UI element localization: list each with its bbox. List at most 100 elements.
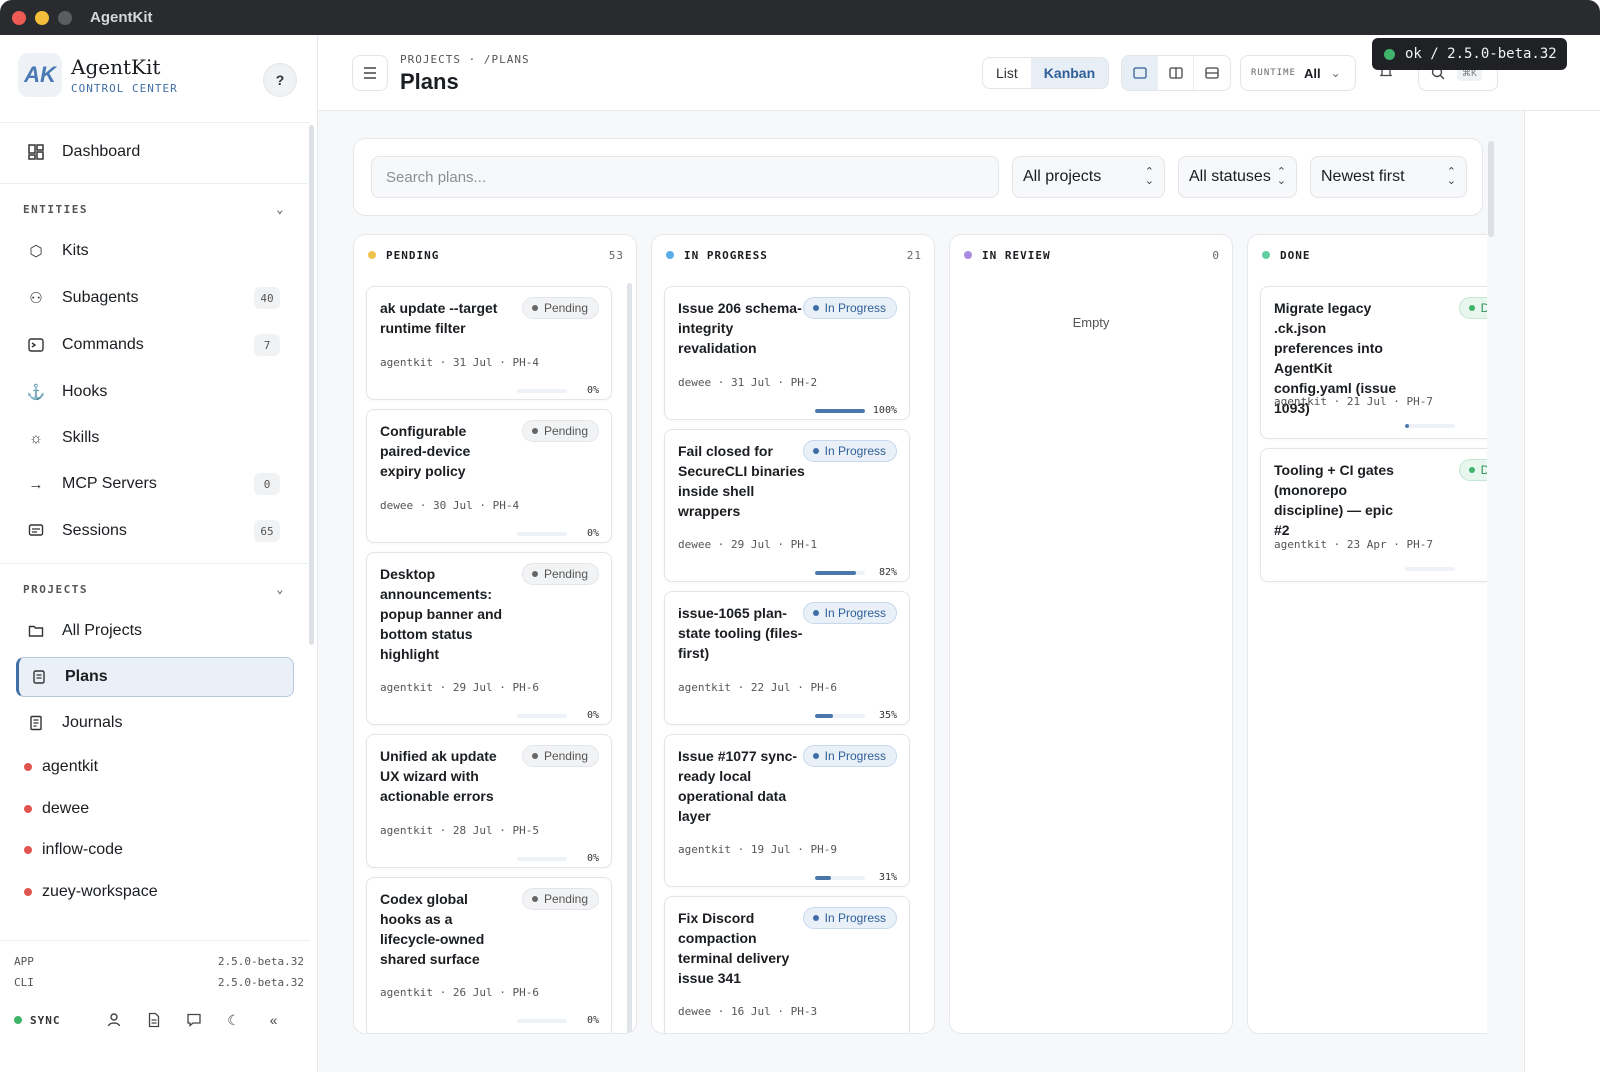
plan-card[interactable]: Migrate legacy .ck.json preferences into… <box>1260 286 1487 439</box>
sidebar-item-kits[interactable]: ⬡ Kits <box>16 231 294 271</box>
badge-dot <box>1468 467 1475 473</box>
column-header: IN PROGRESS 21 <box>666 247 922 263</box>
plan-status-badge: Pending <box>521 888 599 910</box>
chevron-down-icon: ⌄ <box>276 582 285 596</box>
plan-card[interactable]: Tooling + CI gates (monorepo discipline)… <box>1260 448 1487 582</box>
view-list-button[interactable]: List <box>983 58 1031 88</box>
entities-section-header[interactable]: ENTITIES ⌄ <box>23 202 285 216</box>
plan-card[interactable]: ak update --target runtime filter Pending… <box>366 286 612 400</box>
close-window-button[interactable] <box>12 10 26 25</box>
layout-single-icon[interactable] <box>1122 56 1158 90</box>
plan-card[interactable]: Configurable paired-device expiry policy… <box>366 409 612 543</box>
project-filter-select[interactable]: All projects ⌃ ⌄ <box>1012 156 1165 198</box>
column-title: DONE <box>1280 248 1311 262</box>
plan-status-badge: Pending <box>521 563 599 585</box>
menu-toggle-button[interactable] <box>352 55 388 91</box>
plan-status-badge: Dor <box>1458 459 1487 481</box>
sidebar-item-mcp-servers[interactable]: → MCP Servers 0 <box>16 464 294 504</box>
sidebar-item-subagents[interactable]: ⚇ Subagents 40 <box>16 278 294 318</box>
sidebar-divider <box>0 563 310 564</box>
search-plans-input[interactable] <box>371 156 999 198</box>
plan-phase: PH-7 <box>1406 395 1433 408</box>
plan-phase: PH-1 <box>790 538 818 551</box>
plan-project: agentkit <box>380 824 433 837</box>
kanban-column-in-review: IN REVIEW 0 Empty <box>949 234 1233 1034</box>
minimize-window-button[interactable] <box>35 10 49 25</box>
column-count: 0 <box>1212 248 1220 262</box>
plan-date: 28 Jul <box>452 824 493 837</box>
progress-track <box>517 856 567 861</box>
sidebar-item-commands[interactable]: Commands 7 <box>16 325 294 365</box>
progress-percent: 82% <box>878 567 897 578</box>
column-title: IN REVIEW <box>982 248 1051 262</box>
feedback-icon[interactable] <box>185 1011 203 1029</box>
sidebar-project-zuey-workspace[interactable]: zuey-workspace <box>24 883 158 901</box>
sidebar-item-label: All Projects <box>62 622 143 639</box>
subagents-icon: ⚇ <box>29 290 43 307</box>
sidebar-item-plans[interactable]: Plans <box>16 657 294 697</box>
badge-label: In Progress <box>824 749 886 763</box>
view-kanban-button[interactable]: Kanban <box>1030 58 1109 88</box>
cli-version: 2.5.0-beta.32 <box>217 976 304 989</box>
collapse-sidebar-icon[interactable]: « <box>265 1011 283 1029</box>
progress-fill <box>815 875 831 880</box>
projects-section-header[interactable]: PROJECTS ⌄ <box>23 582 285 596</box>
project-label: agentkit <box>42 758 99 775</box>
sidebar-item-journals[interactable]: Journals <box>16 703 294 743</box>
sidebar-scrollbar[interactable] <box>309 125 314 645</box>
sidebar-project-inflow-code[interactable]: inflow-code <box>24 841 123 859</box>
brand-name: AgentKit <box>71 55 161 79</box>
sidebar-item-dashboard[interactable]: Dashboard <box>16 132 294 172</box>
sidebar-project-dewee[interactable]: dewee <box>24 800 89 818</box>
plan-card[interactable]: Desktop announcements: popup banner and … <box>366 552 612 725</box>
badge-dot <box>531 896 538 902</box>
plan-phase: PH-3 <box>790 1005 818 1018</box>
sidebar-item-label: Dashboard <box>62 143 141 160</box>
plan-card[interactable]: Issue 206 schema-integrity revalidation I… <box>664 286 910 420</box>
sidebar-item-hooks[interactable]: ⚓ Hooks <box>16 372 294 412</box>
plan-card[interactable]: issue-1065 plan-state tooling (files-fir… <box>664 591 910 725</box>
user-icon[interactable] <box>105 1011 123 1029</box>
plan-progress: 0% <box>517 1015 599 1026</box>
plan-card[interactable]: Fail closed for SecureCLI binaries insid… <box>664 429 910 582</box>
plan-date: 21 Jul <box>1346 395 1387 408</box>
zoom-window-button[interactable] <box>58 10 72 25</box>
column-scrollbar[interactable] <box>627 283 632 1033</box>
document-icon[interactable] <box>145 1011 163 1029</box>
plan-card-meta: agentkit · 29 Jul · PH-6 <box>380 681 539 694</box>
sidebar-item-label: Journals <box>62 714 123 731</box>
moon-icon[interactable]: ☾ <box>225 1011 243 1029</box>
badge-dot <box>531 571 538 577</box>
plan-card[interactable]: Fix Discord compaction terminal delivery… <box>664 896 910 1033</box>
status-filter-select[interactable]: All statuses ⌃ ⌄ <box>1178 156 1297 198</box>
progress-track <box>1405 567 1455 571</box>
sidebar-item-sessions[interactable]: Sessions 65 <box>16 511 294 551</box>
plan-card[interactable]: Unified ak update UX wizard with actiona… <box>366 734 612 868</box>
sidebar-item-label: Skills <box>62 429 100 446</box>
plan-project: agentkit <box>678 843 731 856</box>
layout-stack-icon[interactable] <box>1194 56 1230 90</box>
sort-select[interactable]: Newest first ⌃ ⌄ <box>1310 156 1467 198</box>
toast-text: ok / 2.5.0-beta.32 <box>1405 46 1557 62</box>
breadcrumb[interactable]: PROJECTS · /PLANS <box>400 53 530 66</box>
status-toast[interactable]: ok / 2.5.0-beta.32 <box>1372 38 1567 70</box>
project-status-dot <box>24 846 32 854</box>
main-scrollbar[interactable] <box>1488 141 1494 237</box>
project-label: dewee <box>42 800 90 817</box>
sidebar-project-agentkit[interactable]: agentkit <box>24 758 98 776</box>
layout-split-icon[interactable] <box>1158 56 1194 90</box>
help-button[interactable]: ? <box>263 63 297 97</box>
page-title: Plans <box>400 69 459 94</box>
sidebar-item-skills[interactable]: ☼ Skills <box>16 418 294 458</box>
plan-date: 16 Jul <box>731 1005 771 1018</box>
plan-project: dewee <box>678 376 712 389</box>
sync-status[interactable]: SYNC <box>14 1014 61 1027</box>
plan-card[interactable]: Codex global hooks as a lifecycle-owned … <box>366 877 612 1033</box>
plan-card[interactable]: Issue #1077 sync-ready local operational… <box>664 734 910 887</box>
progress-percent: 0% <box>586 710 599 721</box>
filter-bar: All projects ⌃⌄ All statuses ⌃⌄ Newest f… <box>353 138 1483 216</box>
sidebar-item-label: Commands <box>62 336 144 353</box>
runtime-select[interactable]: RUNTIME All ⌄ <box>1240 55 1356 91</box>
sidebar-item-all-projects[interactable]: All Projects <box>16 611 294 651</box>
brand[interactable]: AK AgentKit CONTROL CENTER <box>18 53 178 97</box>
